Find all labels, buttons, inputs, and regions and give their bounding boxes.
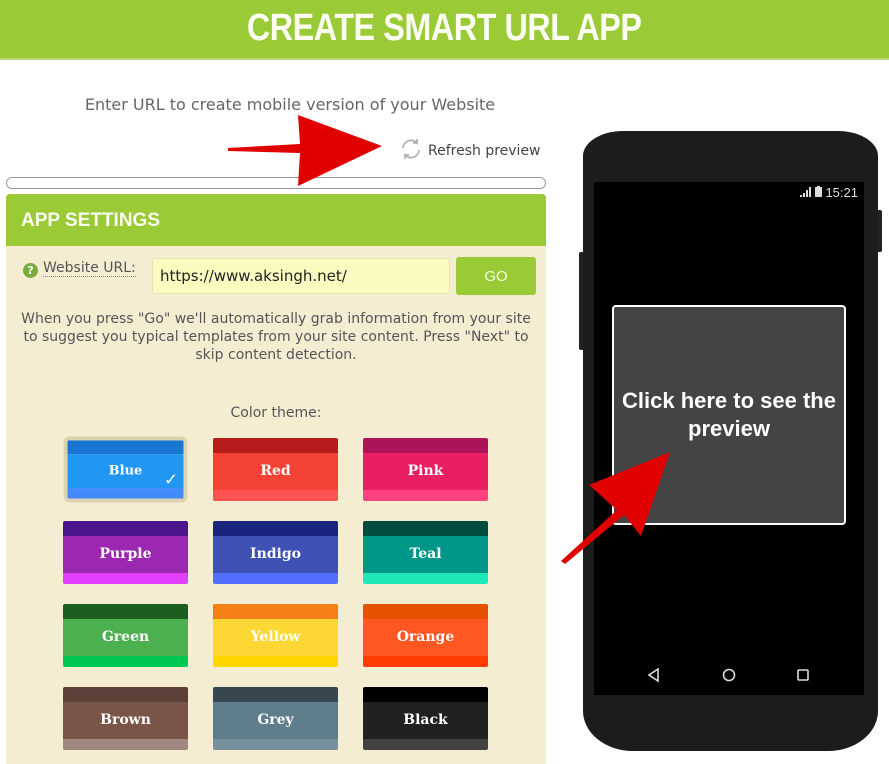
theme-swatch-top bbox=[363, 687, 488, 702]
home-icon[interactable] bbox=[719, 665, 739, 685]
theme-swatch-bottom bbox=[213, 656, 338, 667]
theme-label: Grey bbox=[213, 702, 338, 739]
theme-swatch-top bbox=[213, 687, 338, 702]
theme-label: Teal bbox=[363, 536, 488, 573]
recents-icon[interactable] bbox=[793, 665, 813, 685]
theme-label: Red bbox=[213, 453, 338, 490]
theme-red[interactable]: Red bbox=[213, 438, 338, 501]
theme-swatch-bottom bbox=[363, 573, 488, 584]
progress-bar bbox=[6, 177, 546, 189]
theme-swatch-bottom bbox=[363, 490, 488, 501]
subtitle: Enter URL to create mobile version of yo… bbox=[84, 95, 496, 114]
theme-pink[interactable]: Pink bbox=[363, 438, 488, 501]
app-settings-panel: APP SETTINGS ? Website URL: GO When you … bbox=[6, 194, 546, 764]
theme-label: Indigo bbox=[213, 536, 338, 573]
theme-swatch-top bbox=[63, 604, 188, 619]
theme-label: Brown bbox=[63, 702, 188, 739]
theme-swatch-bottom bbox=[63, 739, 188, 750]
theme-black[interactable]: Black bbox=[363, 687, 488, 750]
status-bar: 15:21 bbox=[800, 185, 858, 200]
theme-swatch-top bbox=[213, 604, 338, 619]
theme-blue[interactable]: Blue ✓ bbox=[63, 436, 188, 503]
arrow-to-refresh bbox=[228, 115, 382, 186]
battery-icon bbox=[815, 185, 823, 200]
signal-icon bbox=[800, 185, 812, 200]
theme-swatch-top bbox=[213, 438, 338, 453]
theme-swatch-bottom bbox=[363, 656, 488, 667]
url-row: ? Website URL: GO bbox=[6, 256, 546, 296]
theme-swatch-bottom bbox=[67, 488, 184, 499]
theme-swatch-top bbox=[363, 438, 488, 453]
theme-yellow[interactable]: Yellow bbox=[213, 604, 338, 667]
theme-purple[interactable]: Purple bbox=[63, 521, 188, 584]
theme-swatch-bottom bbox=[363, 739, 488, 750]
page-title: CREATE SMART URL APP bbox=[247, 7, 642, 49]
refresh-icon bbox=[398, 136, 424, 166]
theme-swatch-bottom bbox=[63, 573, 188, 584]
theme-swatch-bottom bbox=[213, 739, 338, 750]
refresh-preview-button[interactable]: Refresh preview bbox=[398, 136, 541, 166]
website-url-input[interactable] bbox=[152, 258, 450, 294]
theme-label: Orange bbox=[363, 619, 488, 656]
theme-swatch-top bbox=[67, 440, 184, 455]
theme-swatch-bottom bbox=[213, 573, 338, 584]
website-url-label: Website URL: bbox=[43, 260, 136, 277]
theme-label: Purple bbox=[63, 536, 188, 573]
back-icon[interactable] bbox=[644, 665, 664, 685]
theme-label: Green bbox=[63, 619, 188, 656]
hint-text: When you press "Go" we'll automatically … bbox=[21, 311, 531, 363]
theme-swatch-bottom bbox=[213, 490, 338, 501]
preview-button[interactable]: Click here to see the preview bbox=[612, 305, 846, 525]
theme-swatch-top bbox=[363, 604, 488, 619]
theme-swatch-top bbox=[63, 521, 188, 536]
theme-green[interactable]: Green bbox=[63, 604, 188, 667]
app-settings-title: APP SETTINGS bbox=[6, 194, 546, 246]
theme-grey[interactable]: Grey bbox=[213, 687, 338, 750]
color-theme-label: Color theme: bbox=[230, 405, 322, 421]
android-nav-bar bbox=[594, 665, 864, 689]
refresh-preview-label: Refresh preview bbox=[428, 143, 541, 159]
theme-swatch-top bbox=[363, 521, 488, 536]
theme-label: Black bbox=[363, 702, 488, 739]
help-icon[interactable]: ? bbox=[23, 263, 38, 278]
theme-swatch-top bbox=[213, 521, 338, 536]
theme-brown[interactable]: Brown bbox=[63, 687, 188, 750]
check-icon: ✓ bbox=[164, 469, 179, 490]
theme-indigo[interactable]: Indigo bbox=[213, 521, 338, 584]
theme-label: Yellow bbox=[213, 619, 338, 656]
theme-label: Pink bbox=[363, 453, 488, 490]
theme-teal[interactable]: Teal bbox=[363, 521, 488, 584]
status-time: 15:21 bbox=[825, 185, 858, 200]
page-header: CREATE SMART URL APP bbox=[0, 0, 889, 60]
theme-swatch-bottom bbox=[63, 656, 188, 667]
theme-swatch-top bbox=[63, 687, 188, 702]
theme-orange[interactable]: Orange bbox=[363, 604, 488, 667]
go-button[interactable]: GO bbox=[456, 257, 536, 295]
